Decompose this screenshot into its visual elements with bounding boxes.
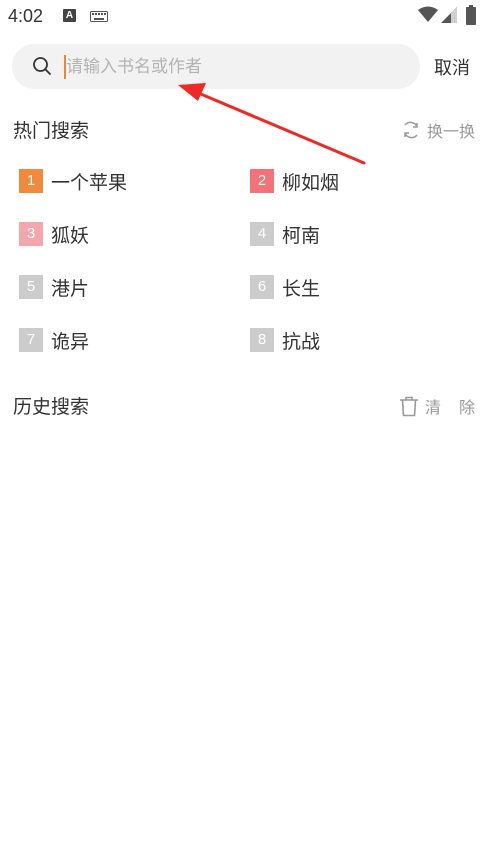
keyboard-icon <box>90 11 108 22</box>
hot-item-2[interactable]: 2 柳如烟 <box>250 166 339 196</box>
hot-item-label: 狐妖 <box>51 224 90 247</box>
hot-search-title: 热门搜索 <box>13 120 90 142</box>
hot-item-label: 柳如烟 <box>282 171 340 194</box>
clear-history-button[interactable]: 清 除 <box>399 394 475 418</box>
hot-item-7[interactable]: 7 诡异 <box>19 325 89 355</box>
hot-item-4[interactable]: 4 柯南 <box>250 219 320 249</box>
hot-item-label: 抗战 <box>282 330 321 353</box>
hot-search-header: 热门搜索 换一换 <box>0 116 487 146</box>
search-icon <box>33 57 51 75</box>
rank-badge: 4 <box>250 222 274 246</box>
rank-badge: 8 <box>250 328 274 352</box>
refresh-label: 换一换 <box>426 122 475 141</box>
signal-icon <box>441 7 457 23</box>
hot-item-8[interactable]: 8 抗战 <box>250 325 320 355</box>
rank-badge: 3 <box>19 222 43 246</box>
hot-item-label: 港片 <box>51 277 90 300</box>
search-row: 取消 <box>0 44 487 90</box>
hot-item-label: 一个苹果 <box>51 171 128 194</box>
search-box[interactable] <box>12 44 420 89</box>
hot-item-5[interactable]: 5 港片 <box>19 272 89 302</box>
search-input[interactable] <box>66 44 406 89</box>
history-search-title: 历史搜索 <box>13 396 90 418</box>
clear-label-2: 除 <box>458 398 475 417</box>
history-search-header: 历史搜索 清 除 <box>0 392 487 422</box>
rank-badge: 2 <box>250 169 274 193</box>
refresh-button[interactable]: 换一换 <box>401 118 475 142</box>
clear-label-1: 清 <box>424 398 441 417</box>
hot-item-label: 长生 <box>282 277 321 300</box>
rank-badge: 7 <box>19 328 43 352</box>
hot-item-6[interactable]: 6 长生 <box>250 272 320 302</box>
battery-icon <box>466 5 476 25</box>
status-time: 4:02 <box>8 6 44 26</box>
rank-badge: 5 <box>19 275 43 299</box>
hot-item-label: 柯南 <box>282 224 321 247</box>
rank-badge: 6 <box>250 275 274 299</box>
rank-badge: 1 <box>19 169 43 193</box>
accessibility-a-icon: A <box>63 9 76 22</box>
status-bar: 4:02 A <box>0 0 487 34</box>
hot-item-3[interactable]: 3 狐妖 <box>19 219 89 249</box>
trash-icon <box>399 396 418 416</box>
wifi-icon <box>418 6 438 22</box>
refresh-icon <box>404 121 418 139</box>
hot-item-1[interactable]: 1 一个苹果 <box>19 166 127 196</box>
cancel-button[interactable]: 取消 <box>434 54 470 80</box>
hot-item-label: 诡异 <box>51 330 90 353</box>
